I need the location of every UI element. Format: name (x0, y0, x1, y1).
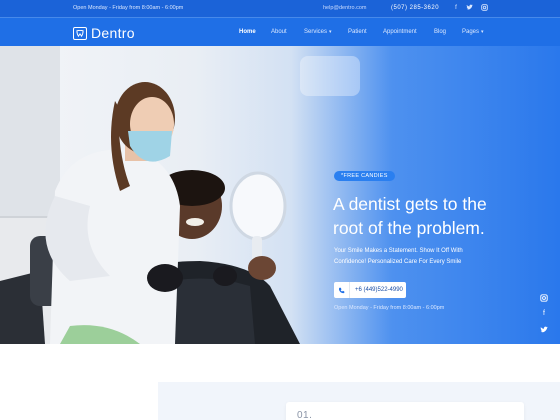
tooth-logo-icon (73, 26, 87, 40)
main-navigation: Dentro Home About Services ▾ Patient Appo… (0, 17, 560, 46)
nav-pages[interactable]: Pages ▾ (462, 29, 484, 35)
hero-phone-number: +6 (449)522-4990 (355, 287, 403, 293)
instagram-icon[interactable] (480, 4, 488, 12)
facebook-icon[interactable]: f (452, 4, 460, 12)
headline-line-2: root of the problem. (333, 218, 485, 238)
email-link[interactable]: help@dentro.com (323, 5, 367, 11)
twitter-icon[interactable] (465, 4, 473, 12)
nav-services[interactable]: Services ▾ (304, 29, 332, 35)
feature-card: 01. (286, 402, 524, 420)
opening-hours-text: Open Monday - Friday from 8:00am - 6:00p… (73, 5, 184, 11)
hero-opening-hours: Open Monday - Friday from 8:00am - 6:00p… (334, 305, 445, 311)
hero-subtitle: Your Smile Makes a Statement. Show It Of… (334, 246, 534, 268)
subtitle-line-1: Your Smile Makes a Statement. Show It Of… (334, 248, 463, 254)
phone-link[interactable]: (507) 285-3620 (391, 5, 439, 11)
site-logo[interactable]: Dentro (73, 25, 135, 41)
phone-icon (334, 282, 350, 298)
free-candies-tag: *FREE CANDIES (334, 171, 395, 181)
nav-patient[interactable]: Patient (348, 29, 367, 35)
instagram-icon[interactable] (539, 294, 549, 304)
top-info-bar: Open Monday - Friday from 8:00am - 6:00p… (0, 0, 560, 17)
logo-text: Dentro (91, 25, 135, 41)
nav-home[interactable]: Home (239, 29, 256, 35)
call-phone-button[interactable]: +6 (449)522-4990 (334, 282, 406, 298)
feature-card-number: 01. (297, 410, 313, 420)
nav-appointment[interactable]: Appointment (383, 29, 417, 35)
hero-headline: A dentist gets to the root of the proble… (333, 192, 553, 240)
hero-photo-dentist-patient (0, 82, 300, 344)
subtitle-line-2: Confidence! Personalized Care For Every … (334, 259, 462, 265)
twitter-icon[interactable] (539, 326, 549, 336)
chevron-down-icon: ▾ (481, 29, 484, 35)
features-section: 01. (0, 344, 560, 420)
nav-about[interactable]: About (271, 29, 287, 35)
chevron-down-icon: ▾ (329, 29, 332, 35)
hero-section: *FREE CANDIES A dentist gets to the root… (0, 46, 560, 344)
facebook-icon[interactable]: f (539, 310, 549, 320)
nav-blog[interactable]: Blog (434, 29, 446, 35)
nav-pages-label: Pages (462, 29, 480, 35)
nav-services-label: Services (304, 29, 328, 35)
headline-line-1: A dentist gets to the (333, 194, 487, 214)
